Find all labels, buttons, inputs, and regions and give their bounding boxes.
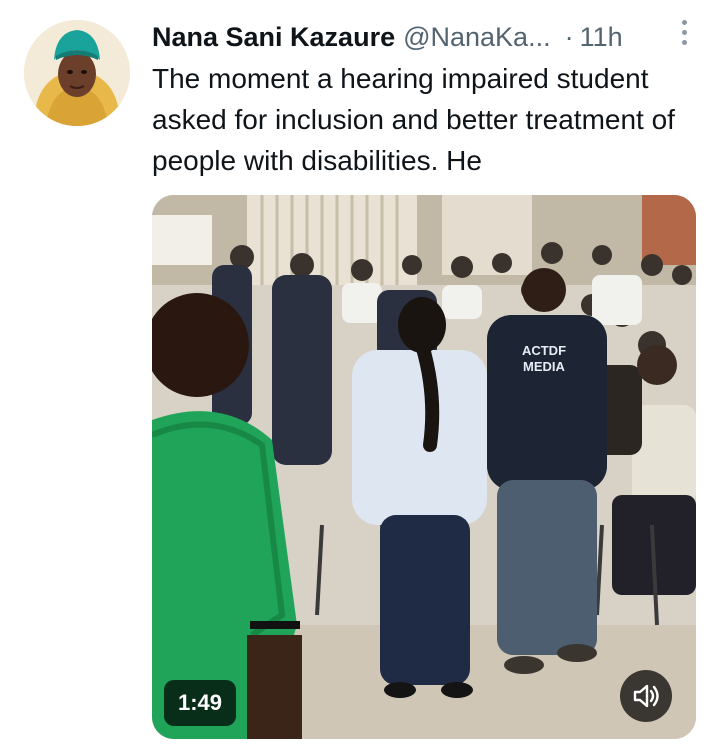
shirt-print: ACTDF — [522, 343, 566, 358]
avatar-image — [24, 20, 130, 126]
tweet-text: The moment a hearing impaired student as… — [152, 63, 675, 176]
video-frame: ACTDF MEDIA — [152, 195, 696, 739]
separator-dot: · — [564, 22, 574, 52]
more-vertical-icon[interactable] — [678, 20, 690, 52]
tweet-header: Nana Sani Kazaure @NanaKa... · 11h — [152, 14, 696, 60]
author-handle[interactable]: @NanaKa... — [403, 14, 551, 60]
tweet-time[interactable]: 11h — [580, 14, 623, 60]
author-name[interactable]: Nana Sani Kazaure — [152, 14, 395, 60]
avatar[interactable] — [24, 20, 130, 126]
video-duration: 1:49 — [164, 680, 237, 726]
tweet: Nana Sani Kazaure @NanaKa... · 11h The m… — [0, 0, 720, 752]
speaker-muted-icon[interactable] — [620, 670, 672, 722]
svg-text:MEDIA: MEDIA — [523, 359, 566, 374]
speaker-icon-glyph — [633, 684, 659, 708]
video-player[interactable]: ACTDF MEDIA — [152, 195, 696, 739]
